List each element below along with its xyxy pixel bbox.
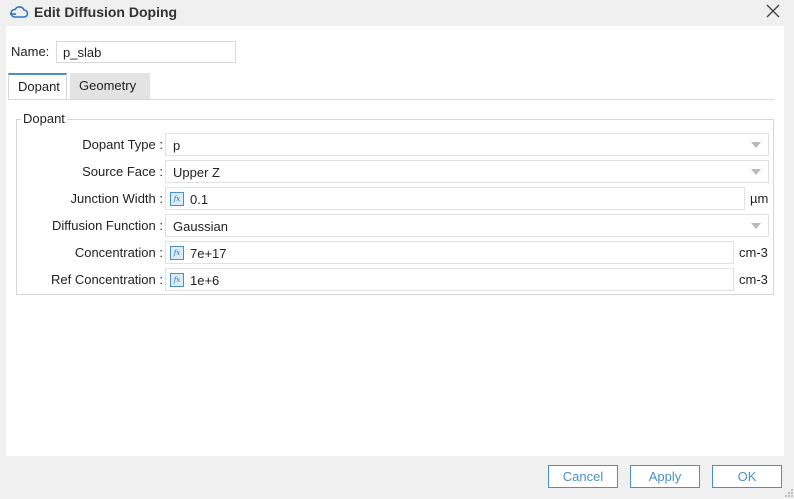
resize-grip-icon[interactable] (784, 488, 794, 498)
ref-concentration-label: Ref Concentration : (50, 272, 163, 287)
ref-concentration-value: 1e+6 (190, 273, 220, 288)
junction-width-unit: µm (750, 191, 769, 206)
function-icon[interactable]: fx (170, 192, 184, 206)
window-title: Edit Diffusion Doping (34, 4, 178, 20)
apply-button[interactable]: Apply (630, 465, 700, 488)
tab-dopant[interactable]: Dopant (8, 73, 67, 100)
row-source-face: Source Face : Upper Z (17, 160, 773, 184)
chevron-down-icon (751, 169, 761, 175)
cancel-button[interactable]: Cancel (548, 465, 618, 488)
function-icon[interactable]: fx (170, 246, 184, 260)
cloud-icon (10, 6, 29, 18)
concentration-value: 7e+17 (190, 246, 227, 261)
ok-button[interactable]: OK (712, 465, 782, 488)
junction-width-input[interactable]: fx 0.1 (165, 187, 745, 210)
chevron-down-icon (751, 223, 761, 229)
diffusion-function-value: Gaussian (173, 219, 228, 234)
dopant-type-select[interactable]: p (165, 133, 769, 156)
dialog-content: Name: p_slab Dopant Geometry Dopant Dopa… (6, 26, 784, 456)
dopant-type-value: p (173, 138, 181, 153)
tab-geometry[interactable]: Geometry (70, 73, 150, 100)
junction-width-value: 0.1 (190, 192, 209, 207)
tab-panel-dopant: Dopant Dopant Type : p Source Face : Upp… (8, 99, 774, 321)
row-concentration: Concentration : fx 7e+17 cm-3 (17, 241, 773, 265)
source-face-select[interactable]: Upper Z (165, 160, 769, 183)
source-face-value: Upper Z (173, 165, 220, 180)
function-icon[interactable]: fx (170, 273, 184, 287)
dopant-group: Dopant Dopant Type : p Source Face : Upp… (16, 111, 774, 295)
row-diffusion-function: Diffusion Function : Gaussian (17, 214, 773, 238)
concentration-label: Concentration : (74, 245, 163, 260)
name-label: Name: (11, 44, 50, 59)
diffusion-function-label: Diffusion Function : (51, 218, 163, 233)
ref-concentration-unit: cm-3 (739, 272, 768, 287)
diffusion-function-select[interactable]: Gaussian (165, 214, 769, 237)
concentration-unit: cm-3 (739, 245, 768, 260)
ref-concentration-input[interactable]: fx 1e+6 (165, 268, 734, 291)
row-junction-width: Junction Width : fx 0.1 µm (17, 187, 773, 211)
junction-width-label: Junction Width : (70, 191, 164, 206)
row-dopant-type: Dopant Type : p (17, 133, 773, 157)
chevron-down-icon (751, 142, 761, 148)
concentration-input[interactable]: fx 7e+17 (165, 241, 734, 264)
dopant-type-label: Dopant Type : (82, 137, 163, 152)
group-title: Dopant (21, 111, 67, 126)
row-ref-concentration: Ref Concentration : fx 1e+6 cm-3 (17, 268, 773, 292)
close-icon[interactable] (762, 2, 784, 22)
title-bar: Edit Diffusion Doping (0, 0, 794, 26)
name-input[interactable]: p_slab (56, 41, 236, 63)
source-face-label: Source Face : (82, 164, 163, 179)
